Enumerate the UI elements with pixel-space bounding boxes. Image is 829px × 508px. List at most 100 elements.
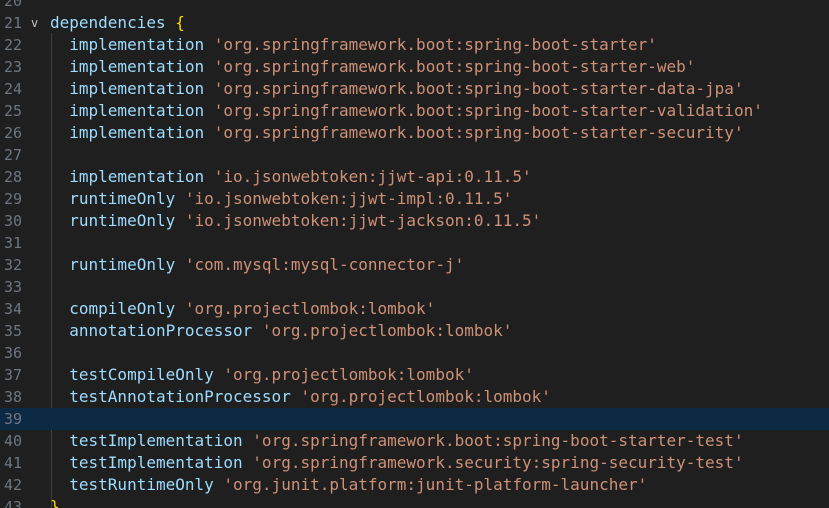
code-string: 'com.mysql:mysql-connector-j' xyxy=(184,255,465,274)
code-line[interactable]: 32 runtimeOnly 'com.mysql:mysql-connecto… xyxy=(0,254,829,276)
code-line[interactable]: 29 runtimeOnly 'io.jsonwebtoken:jjwt-imp… xyxy=(0,188,829,210)
code-text: implementation 'org.springframework.boot… xyxy=(50,122,744,144)
code-keyword: testImplementation xyxy=(69,453,253,472)
code-keyword: runtimeOnly xyxy=(69,255,185,274)
line-number: 24 xyxy=(3,80,22,98)
code-string: 'org.projectlombok:lombok' xyxy=(300,387,551,406)
code-text: } xyxy=(50,496,60,508)
code-line[interactable]: 24 implementation 'org.springframework.b… xyxy=(0,78,829,100)
code-text: testImplementation 'org.springframework.… xyxy=(50,430,744,452)
code-line[interactable]: 20 xyxy=(0,0,829,12)
code-string: 'org.springframework.boot:spring-boot-st… xyxy=(213,79,744,98)
code-line[interactable]: 30 runtimeOnly 'io.jsonwebtoken:jjwt-jac… xyxy=(0,210,829,232)
code-text: runtimeOnly 'io.jsonwebtoken:jjwt-jackso… xyxy=(50,210,541,232)
code-line[interactable]: 23 implementation 'org.springframework.b… xyxy=(0,56,829,78)
code-keyword: implementation xyxy=(69,123,214,142)
line-number: 34 xyxy=(3,300,22,318)
code-string: 'org.springframework.boot:spring-boot-st… xyxy=(252,431,744,450)
code-line[interactable]: 28 implementation 'io.jsonwebtoken:jjwt-… xyxy=(0,166,829,188)
code-text: implementation 'org.springframework.boot… xyxy=(50,34,657,56)
code-line[interactable]: 21 v dependencies { xyxy=(0,12,829,34)
code-line[interactable]: 40 testImplementation 'org.springframewo… xyxy=(0,430,829,452)
code-text: implementation 'org.springframework.boot… xyxy=(50,100,763,122)
code-keyword: runtimeOnly xyxy=(69,211,185,230)
line-number: 30 xyxy=(3,212,22,230)
line-number: 21 xyxy=(3,14,22,32)
code-string: 'io.jsonwebtoken:jjwt-api:0.11.5' xyxy=(213,167,532,186)
code-string: 'org.springframework.boot:spring-boot-st… xyxy=(213,123,744,142)
line-number: 28 xyxy=(3,168,22,186)
code-keyword: implementation xyxy=(69,79,214,98)
line-number: 42 xyxy=(3,476,22,494)
code-line[interactable]: 22 implementation 'org.springframework.b… xyxy=(0,34,829,56)
code-string: 'org.springframework.security:spring-sec… xyxy=(252,453,744,472)
code-string: 'org.projectlombok:lombok' xyxy=(261,321,513,340)
code-string: 'org.junit.platform:junit-platform-launc… xyxy=(223,475,648,494)
line-number: 38 xyxy=(3,388,22,406)
code-line[interactable]: 31 xyxy=(0,232,829,254)
code-text: testCompileOnly 'org.projectlombok:lombo… xyxy=(50,364,474,386)
code-line[interactable]: 33 xyxy=(0,276,829,298)
code-line[interactable]: 36 xyxy=(0,342,829,364)
code-line[interactable]: 25 implementation 'org.springframework.b… xyxy=(0,100,829,122)
code-keyword: implementation xyxy=(69,167,214,186)
code-line[interactable]: 41 testImplementation 'org.springframewo… xyxy=(0,452,829,474)
code-line[interactable]: 26 implementation 'org.springframework.b… xyxy=(0,122,829,144)
line-number: 33 xyxy=(3,278,22,296)
code-keyword: testAnnotationProcessor xyxy=(69,387,301,406)
line-number: 37 xyxy=(3,366,22,384)
code-text: implementation 'io.jsonwebtoken:jjwt-api… xyxy=(50,166,532,188)
line-number: 41 xyxy=(3,454,22,472)
code-text: implementation 'org.springframework.boot… xyxy=(50,56,695,78)
code-keyword: implementation xyxy=(69,57,214,76)
fold-chevron-icon[interactable]: v xyxy=(31,12,38,34)
code-line[interactable]: 38 testAnnotationProcessor 'org.projectl… xyxy=(0,386,829,408)
code-string: 'org.projectlombok:lombok' xyxy=(223,365,474,384)
code-text: compileOnly 'org.projectlombok:lombok' xyxy=(50,298,435,320)
code-keyword: testImplementation xyxy=(69,431,253,450)
code-line[interactable]: 42 testRuntimeOnly 'org.junit.platform:j… xyxy=(0,474,829,496)
line-number: 35 xyxy=(3,322,22,340)
code-line[interactable]: 27 xyxy=(0,144,829,166)
code-text: implementation 'org.springframework.boot… xyxy=(50,78,744,100)
code-keyword: compileOnly xyxy=(69,299,185,318)
code-line[interactable]: 35 annotationProcessor 'org.projectlombo… xyxy=(0,320,829,342)
code-string: 'io.jsonwebtoken:jjwt-jackson:0.11.5' xyxy=(184,211,542,230)
line-number: 36 xyxy=(3,344,22,362)
line-number: 26 xyxy=(3,124,22,142)
code-text: testAnnotationProcessor 'org.projectlomb… xyxy=(50,386,551,408)
code-line[interactable]: 43} xyxy=(0,496,829,508)
code-string: 'org.projectlombok:lombok' xyxy=(184,299,436,318)
code-keyword: testCompileOnly xyxy=(69,365,224,384)
code-keyword: runtimeOnly xyxy=(69,189,185,208)
code-brace: { xyxy=(175,13,185,32)
code-text: dependencies { xyxy=(50,12,185,34)
code-brace: } xyxy=(50,497,60,508)
line-number: 29 xyxy=(3,190,22,208)
code-keyword: implementation xyxy=(69,35,214,54)
code-line[interactable]: 34 compileOnly 'org.projectlombok:lombok… xyxy=(0,298,829,320)
line-number: 23 xyxy=(3,58,22,76)
code-text: annotationProcessor 'org.projectlombok:l… xyxy=(50,320,512,342)
code-editor[interactable]: 20 21 v dependencies {22 implementation 'or… xyxy=(0,0,829,508)
code-keyword: implementation xyxy=(69,101,214,120)
code-line[interactable]: 37 testCompileOnly 'org.projectlombok:lo… xyxy=(0,364,829,386)
code-keyword: annotationProcessor xyxy=(69,321,262,340)
code-line[interactable]: 39 xyxy=(0,408,829,430)
line-number: 27 xyxy=(3,146,22,164)
code-text: testRuntimeOnly 'org.junit.platform:juni… xyxy=(50,474,647,496)
code-text: runtimeOnly 'io.jsonwebtoken:jjwt-impl:0… xyxy=(50,188,512,210)
